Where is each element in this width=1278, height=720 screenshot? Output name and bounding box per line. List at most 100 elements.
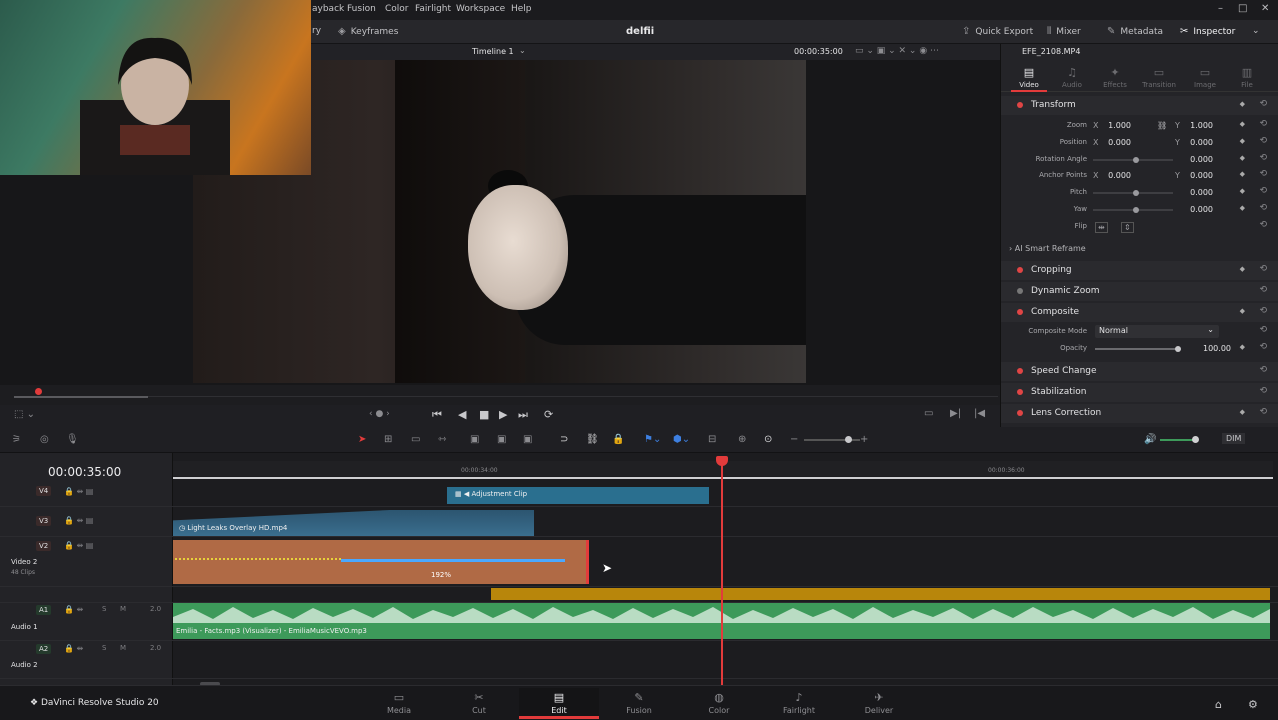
chevron-down-icon[interactable]: ⌄ [519, 46, 526, 55]
tab-image[interactable]: ▭ Image [1187, 66, 1223, 89]
keyframe-icon[interactable]: ◆ [1240, 204, 1245, 212]
tab-effects[interactable]: ✦ Effects [1097, 66, 1133, 89]
composite-mode-select[interactable]: Normal ⌄ [1095, 325, 1219, 338]
menu-workspace[interactable]: Workspace [456, 4, 505, 14]
reset-icon[interactable]: ⟲ [1259, 186, 1267, 196]
menu-help[interactable]: Help [511, 4, 532, 14]
position-x-field[interactable]: 0.000 [1097, 138, 1131, 147]
zoom-y-field[interactable]: 1.000 [1179, 121, 1213, 130]
insert-clip-icon[interactable]: ▣ [470, 434, 479, 445]
replace-clip-icon[interactable]: ▣ [523, 434, 532, 445]
keyframe-icon[interactable]: ◆ [1240, 343, 1245, 351]
trim-tool-icon[interactable]: ⊞ [384, 434, 392, 445]
cropping-section[interactable]: Cropping ◆ ⟲ [1001, 261, 1278, 280]
timeline-selector[interactable]: Timeline 1 [472, 47, 514, 56]
close-button[interactable]: ✕ [1261, 3, 1269, 14]
zoom-detail-icon[interactable]: ⊕ [738, 434, 746, 445]
slider-knob[interactable] [1133, 207, 1139, 213]
volume-knob[interactable] [1192, 436, 1199, 443]
zoom-full-icon[interactable]: ⊟ [708, 434, 716, 445]
reset-icon[interactable]: ⟲ [1259, 386, 1267, 396]
lens-correction-section[interactable]: Lens Correction ◆ ⟲ [1001, 404, 1278, 423]
speed-change-section[interactable]: Speed Change ⟲ [1001, 362, 1278, 381]
volume-slider[interactable] [1160, 439, 1196, 441]
sync-icon[interactable]: ◎ [40, 434, 49, 445]
quick-export-button[interactable]: ⇪ Quick Export [962, 26, 1033, 37]
timeline-options-icon[interactable]: ⚞ [12, 434, 21, 445]
inspector-button[interactable]: ✂ Inspector [1180, 26, 1235, 37]
slider-knob[interactable] [1175, 346, 1181, 352]
reset-icon[interactable]: ⟲ [1259, 99, 1267, 109]
dynamic-trim-icon[interactable]: ▭ [411, 434, 420, 445]
composite-section[interactable]: Composite ◆ ⟲ [1001, 303, 1278, 322]
page-edit[interactable]: ▤ Edit [519, 688, 599, 719]
keyframe-icon[interactable]: ◆ [1240, 170, 1245, 178]
keyframe-icon[interactable]: ◆ [1240, 120, 1245, 128]
marker-icon[interactable]: ⬢⌄ [673, 434, 690, 445]
v1-clip-gold[interactable] [491, 588, 1270, 600]
keyframe-icon[interactable]: ◆ [1240, 137, 1245, 145]
play-icon[interactable]: ▶ [499, 408, 507, 421]
home-icon[interactable]: ⌂ [1215, 698, 1222, 711]
flag-icon[interactable]: ⚑⌄ [644, 434, 661, 445]
keyframe-icon[interactable]: ◆ [1240, 265, 1245, 273]
enable-dot[interactable] [1017, 410, 1023, 416]
ai-smart-reframe[interactable]: › AI Smart Reframe [1009, 244, 1086, 253]
reset-icon[interactable]: ⟲ [1259, 220, 1267, 230]
opacity-field[interactable]: 100.00 [1197, 344, 1231, 353]
adjustment-clip[interactable]: ▦ ◀ Adjustment Clip [447, 487, 709, 504]
zoom-x-field[interactable]: 1.000 [1097, 121, 1131, 130]
slider-knob[interactable] [1133, 157, 1139, 163]
keyframe-icon[interactable]: ◆ [1240, 307, 1245, 315]
reset-icon[interactable]: ⟲ [1259, 119, 1267, 129]
reset-icon[interactable]: ⟲ [1259, 136, 1267, 146]
anchor-y-field[interactable]: 0.000 [1179, 171, 1213, 180]
toolbar-left-item[interactable]: ry [312, 26, 321, 36]
tab-transition[interactable]: ▭ Transition [1141, 66, 1177, 89]
tab-video[interactable]: ▤ Video [1011, 66, 1047, 92]
zoom-out-icon[interactable]: − [790, 434, 798, 445]
expand-icon[interactable]: ⌄ [1252, 26, 1260, 36]
reset-icon[interactable]: ⟲ [1259, 203, 1267, 213]
page-fairlight[interactable]: ♪ Fairlight [759, 688, 839, 719]
zoom-slider-knob[interactable] [845, 436, 852, 443]
keyframe-icon[interactable]: ◆ [1240, 187, 1245, 195]
overwrite-clip-icon[interactable]: ▣ [497, 434, 506, 445]
play-reverse-icon[interactable]: ◀ [458, 408, 466, 421]
track-controls-icons[interactable]: 🔒 ⇹ [64, 644, 83, 653]
menu-playback[interactable]: ayback [312, 4, 344, 14]
prev-edit-icon[interactable]: |◀ [974, 408, 985, 419]
maximize-button[interactable]: □ [1238, 3, 1247, 14]
dynamic-zoom-section[interactable]: Dynamic Zoom ⟲ [1001, 282, 1278, 301]
opacity-slider[interactable] [1095, 346, 1181, 352]
mixer-button[interactable]: ⫴ Mixer [1047, 26, 1081, 37]
settings-gear-icon[interactable]: ⚙ [1248, 698, 1258, 711]
next-edit-icon[interactable]: ▶| [950, 408, 961, 419]
viewer-scrub-bar[interactable] [0, 385, 1000, 405]
keyframe-icon[interactable]: ◆ [1240, 408, 1245, 416]
reset-icon[interactable]: ⟲ [1259, 407, 1267, 417]
minimize-button[interactable]: – [1218, 3, 1223, 14]
solo-button[interactable]: S [102, 605, 106, 613]
enable-dot[interactable] [1017, 288, 1023, 294]
speaker-icon[interactable]: 🔊 [1144, 434, 1156, 445]
selection-tool-icon[interactable]: ➤ [358, 434, 366, 445]
link-icon[interactable]: ⛓ [586, 434, 599, 445]
stabilization-section[interactable]: Stabilization ⟲ [1001, 383, 1278, 402]
scrub-track[interactable] [14, 396, 148, 398]
menu-fairlight[interactable]: Fairlight [415, 4, 451, 14]
keyframes-button[interactable]: ◈ Keyframes [338, 26, 398, 37]
scrub-playhead[interactable] [35, 388, 42, 395]
keyframe-icon[interactable]: ◆ [1240, 154, 1245, 162]
reset-icon[interactable]: ⟲ [1259, 285, 1267, 295]
pitch-field[interactable]: 0.000 [1179, 188, 1213, 197]
enable-dot[interactable] [1017, 267, 1023, 273]
page-cut[interactable]: ✂ Cut [439, 688, 519, 719]
zoom-in-icon[interactable]: + [860, 434, 868, 445]
tab-audio[interactable]: ♫ Audio [1054, 66, 1090, 89]
lock-icon[interactable]: 🔒 [612, 434, 624, 445]
track-controls-icons[interactable]: 🔒 ⇹ ▤ [64, 516, 93, 525]
reset-icon[interactable]: ⟲ [1259, 264, 1267, 274]
enable-dot[interactable] [1017, 389, 1023, 395]
flip-vertical-icon[interactable]: ⇕ [1121, 222, 1134, 233]
